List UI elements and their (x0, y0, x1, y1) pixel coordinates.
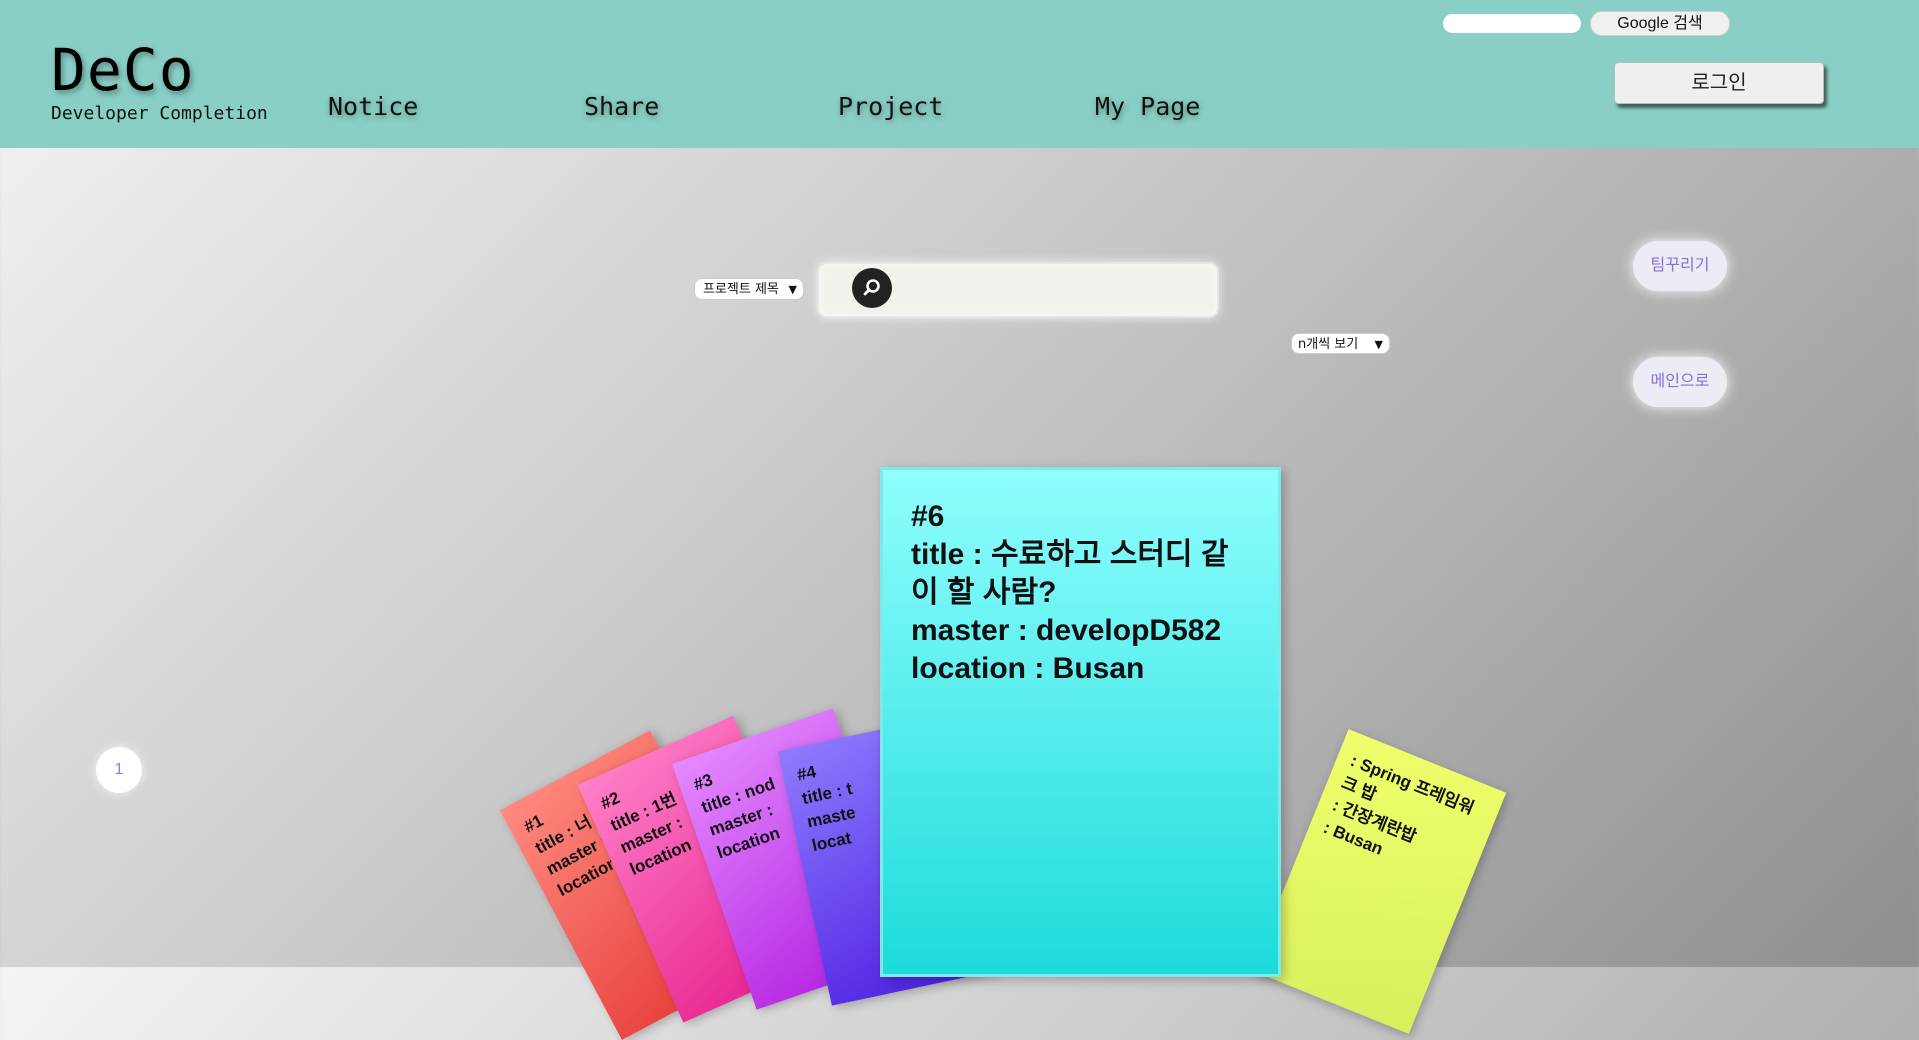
pagination-page-1[interactable]: 1 (96, 747, 142, 793)
card-location: location : Busan (911, 652, 1145, 685)
site-header: DeCo Developer Completion Notice Share P… (0, 0, 1919, 148)
search-input[interactable] (817, 262, 1219, 318)
nav-my-page[interactable]: My Page (1095, 92, 1200, 121)
per-page-select-label: n개씩 보기 (1298, 337, 1359, 352)
search-icon[interactable] (852, 268, 892, 308)
nav-project[interactable]: Project (838, 92, 943, 121)
card-master: master : developD582 (911, 614, 1222, 647)
featured-project-card[interactable]: #6 title : 수료하고 스터디 같이 할 사람? master : de… (880, 467, 1281, 977)
nav-share[interactable]: Share (584, 92, 659, 121)
login-button[interactable]: 로그인 (1614, 62, 1824, 104)
search-field-select[interactable]: 프로젝트 제목 ▼ (694, 278, 804, 300)
team-build-button[interactable]: 팀꾸리기 (1633, 241, 1727, 291)
search-field-select-label: 프로젝트 제목 (703, 282, 779, 297)
logo[interactable]: DeCo (51, 38, 195, 102)
google-search-button[interactable]: Google 검색 (1590, 11, 1730, 36)
chevron-down-icon: ▼ (1374, 338, 1383, 351)
chevron-down-icon: ▼ (788, 283, 797, 296)
logo-subtitle: Developer Completion (51, 103, 268, 124)
project-card[interactable]: : Spring 프레임워크 밥 : 간장계란밥 : Busan (1251, 729, 1507, 1034)
go-main-button[interactable]: 메인으로 (1633, 357, 1727, 407)
per-page-select[interactable]: n개씩 보기 ▼ (1291, 333, 1390, 354)
card-title: title : 수료하고 스터디 같이 할 사람? (911, 538, 1229, 609)
card-id: #6 (911, 500, 945, 533)
google-search-input[interactable] (1443, 14, 1581, 33)
nav-notice[interactable]: Notice (328, 92, 418, 121)
